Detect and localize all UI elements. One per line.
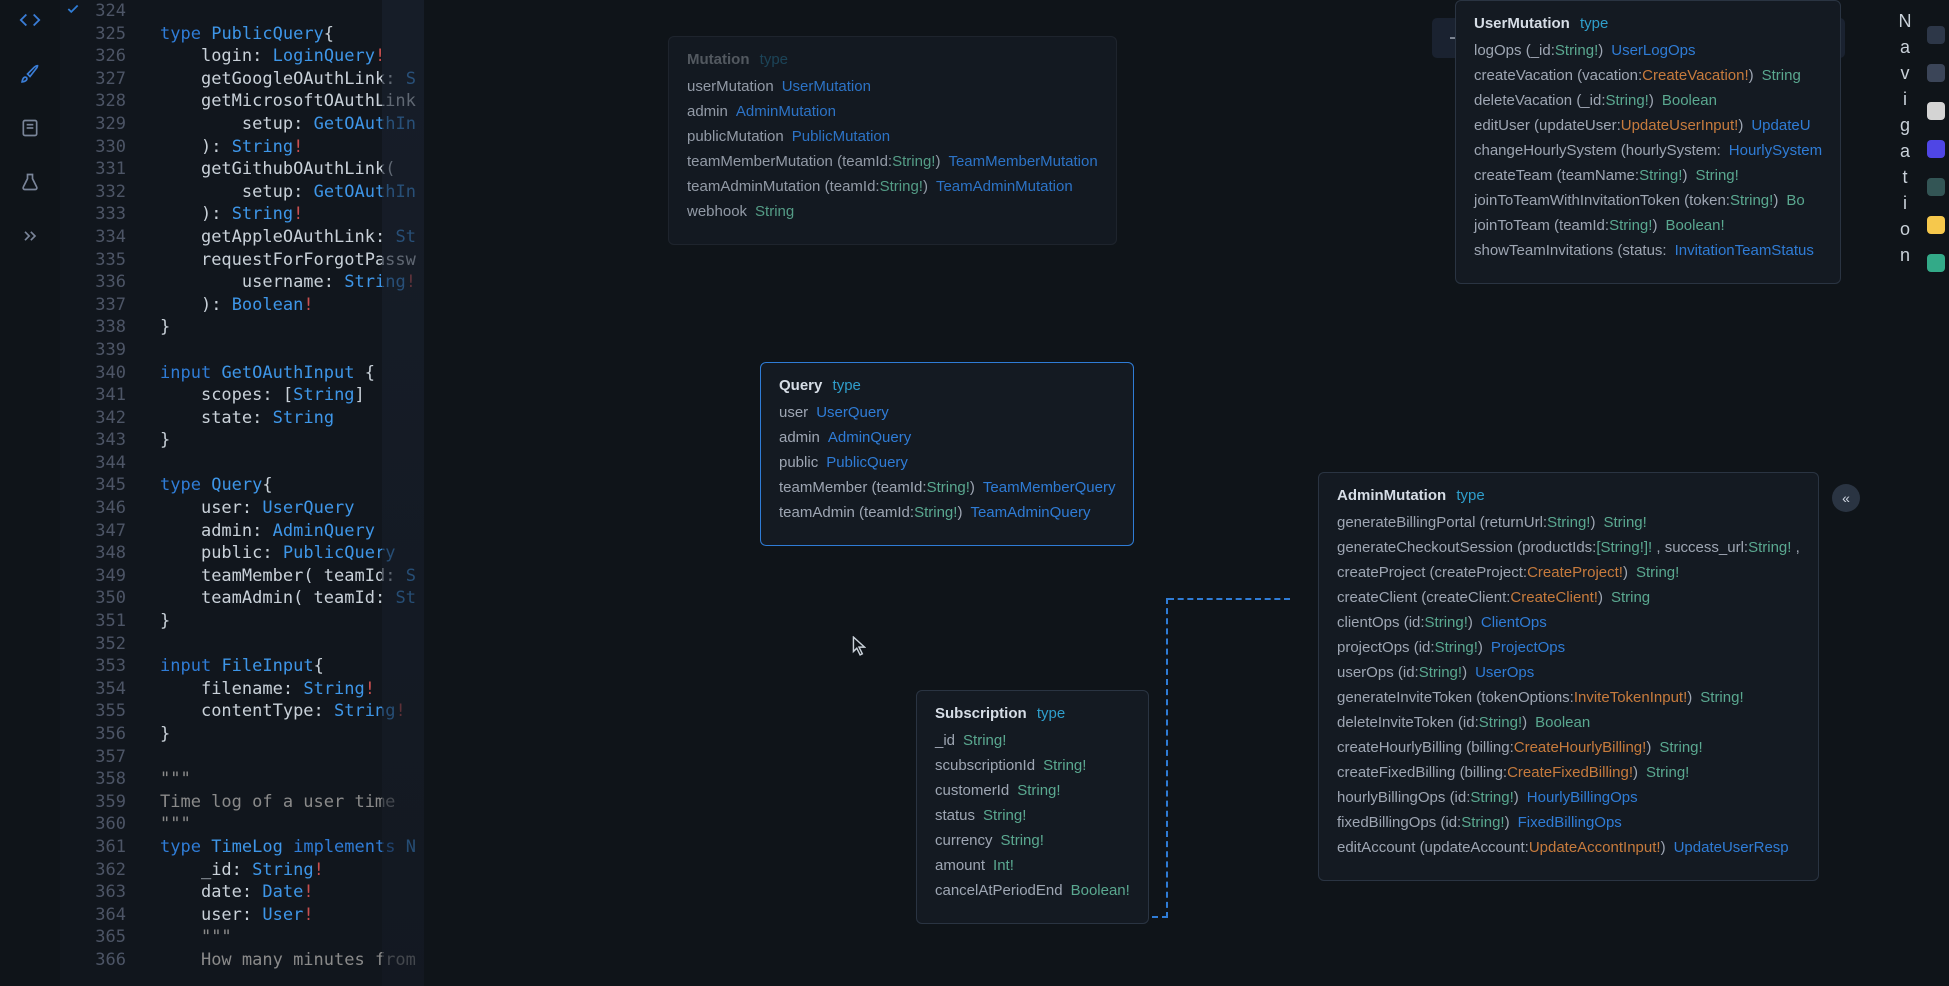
navigation-label[interactable]: Navigation [1891, 8, 1921, 268]
code-content: type PublicQuery{ login: LoginQuery! get… [160, 0, 416, 972]
field-row[interactable]: deleteInviteToken (id:String!)Boolean [1337, 714, 1800, 731]
connector-line [1152, 598, 1168, 918]
field-row[interactable]: publicPublicQuery [779, 454, 1115, 471]
field-row[interactable]: editUser (updateUser:UpdateUserInput!)Up… [1474, 117, 1822, 134]
field-row[interactable]: userUserQuery [779, 404, 1115, 421]
schema-node-mutation[interactable]: Mutation type userMutationUserMutation adm… [668, 36, 1117, 245]
field-row[interactable]: generateInviteToken (tokenOptions:Invite… [1337, 689, 1800, 706]
app-icon[interactable] [1927, 254, 1945, 272]
rocket-icon[interactable] [18, 62, 42, 86]
field-row[interactable]: fixedBillingOps (id:String!)FixedBilling… [1337, 814, 1800, 831]
app-icon[interactable] [1927, 216, 1945, 234]
node-title: UserMutation type [1474, 15, 1822, 32]
code-icon[interactable] [18, 8, 42, 32]
schema-node-usermutation[interactable]: UserMutation type logOps (_id:String!)Use… [1455, 0, 1841, 284]
field-row[interactable]: createClient (createClient:CreateClient!… [1337, 589, 1800, 606]
field-row[interactable]: generateBillingPortal (returnUrl:String!… [1337, 514, 1800, 531]
field-row[interactable]: createFixedBilling (billing:CreateFixedB… [1337, 764, 1800, 781]
schema-node-query[interactable]: Query type userUserQuery adminAdminQuery pu… [760, 362, 1134, 546]
field-row[interactable]: customerIdString! [935, 782, 1130, 799]
field-row[interactable]: teamMemberMutation (teamId:String!)TeamM… [687, 153, 1098, 170]
field-row[interactable]: createProject (createProject:CreateProje… [1337, 564, 1800, 581]
line-gutter: 3243253263273283293303313323333343353363… [60, 0, 136, 972]
schema-node-subscription[interactable]: Subscription type _idString! scubscription… [916, 690, 1149, 924]
connector-line [1168, 598, 1290, 708]
field-row[interactable]: adminAdminMutation [687, 103, 1098, 120]
field-row[interactable]: teamAdminMutation (teamId:String!)TeamAd… [687, 178, 1098, 195]
app-icon[interactable] [1927, 140, 1945, 158]
schema-canvas[interactable]: − 100% ＋ edit mode scalars Mutation type… [424, 0, 1887, 986]
field-row[interactable]: editAccount (updateAccount:UpdateAccontI… [1337, 839, 1800, 856]
node-title: AdminMutation type [1337, 487, 1800, 504]
field-row[interactable]: showTeamInvitations (status:InvitationTe… [1474, 242, 1822, 259]
node-title: Subscription type [935, 705, 1130, 722]
field-row[interactable]: createHourlyBilling (billing:CreateHourl… [1337, 739, 1800, 756]
field-row[interactable]: joinToTeamWithInvitationToken (token:Str… [1474, 192, 1822, 209]
field-row[interactable]: adminAdminQuery [779, 429, 1115, 446]
field-row[interactable]: scubscriptionIdString! [935, 757, 1130, 774]
app-icon[interactable] [1927, 64, 1945, 82]
field-row[interactable]: projectOps (id:String!)ProjectOps [1337, 639, 1800, 656]
field-row[interactable]: currencyString! [935, 832, 1130, 849]
field-row[interactable]: amountInt! [935, 857, 1130, 874]
field-row[interactable]: cancelAtPeriodEndBoolean! [935, 882, 1130, 899]
code-editor[interactable]: 3243253263273283293303313323333343353363… [60, 0, 424, 986]
field-row[interactable]: joinToTeam (teamId:String!)Boolean! [1474, 217, 1822, 234]
app-icon-strip [1923, 0, 1949, 986]
check-icon [66, 2, 80, 16]
field-row[interactable]: createVacation (vacation:CreateVacation!… [1474, 67, 1822, 84]
app-icon[interactable] [1927, 26, 1945, 44]
field-row[interactable]: teamAdmin (teamId:String!)TeamAdminQuery [779, 504, 1115, 521]
field-row[interactable]: generateCheckoutSession (productIds:[Str… [1337, 539, 1800, 556]
field-row[interactable]: deleteVacation (_id:String!)Boolean [1474, 92, 1822, 109]
field-row[interactable]: clientOps (id:String!)ClientOps [1337, 614, 1800, 631]
more-icon[interactable] [18, 224, 42, 248]
field-row[interactable]: webhookString [687, 203, 1098, 220]
left-rail [0, 0, 60, 986]
field-row[interactable]: _idString! [935, 732, 1130, 749]
field-row[interactable]: changeHourlySystem (hourlySystem:HourlyS… [1474, 142, 1822, 159]
field-row[interactable]: statusString! [935, 807, 1130, 824]
node-title: Mutation type [687, 51, 1098, 68]
minimap[interactable] [382, 0, 424, 986]
collapse-chevron-icon[interactable]: « [1832, 484, 1860, 512]
field-row[interactable]: hourlyBillingOps (id:String!)HourlyBilli… [1337, 789, 1800, 806]
cursor-icon [852, 636, 866, 656]
app-icon[interactable] [1927, 178, 1945, 196]
node-title: Query type [779, 377, 1115, 394]
field-row[interactable]: userMutationUserMutation [687, 78, 1098, 95]
field-row[interactable]: publicMutationPublicMutation [687, 128, 1098, 145]
doc-icon[interactable] [18, 116, 42, 140]
app-icon[interactable] [1927, 102, 1945, 120]
flask-icon[interactable] [18, 170, 42, 194]
schema-node-adminmutation[interactable]: AdminMutation type generateBillingPortal … [1318, 472, 1819, 881]
field-row[interactable]: teamMember (teamId:String!)TeamMemberQue… [779, 479, 1115, 496]
field-row[interactable]: logOps (_id:String!)UserLogOps [1474, 42, 1822, 59]
field-row[interactable]: userOps (id:String!)UserOps [1337, 664, 1800, 681]
field-row[interactable]: createTeam (teamName:String!)String! [1474, 167, 1822, 184]
